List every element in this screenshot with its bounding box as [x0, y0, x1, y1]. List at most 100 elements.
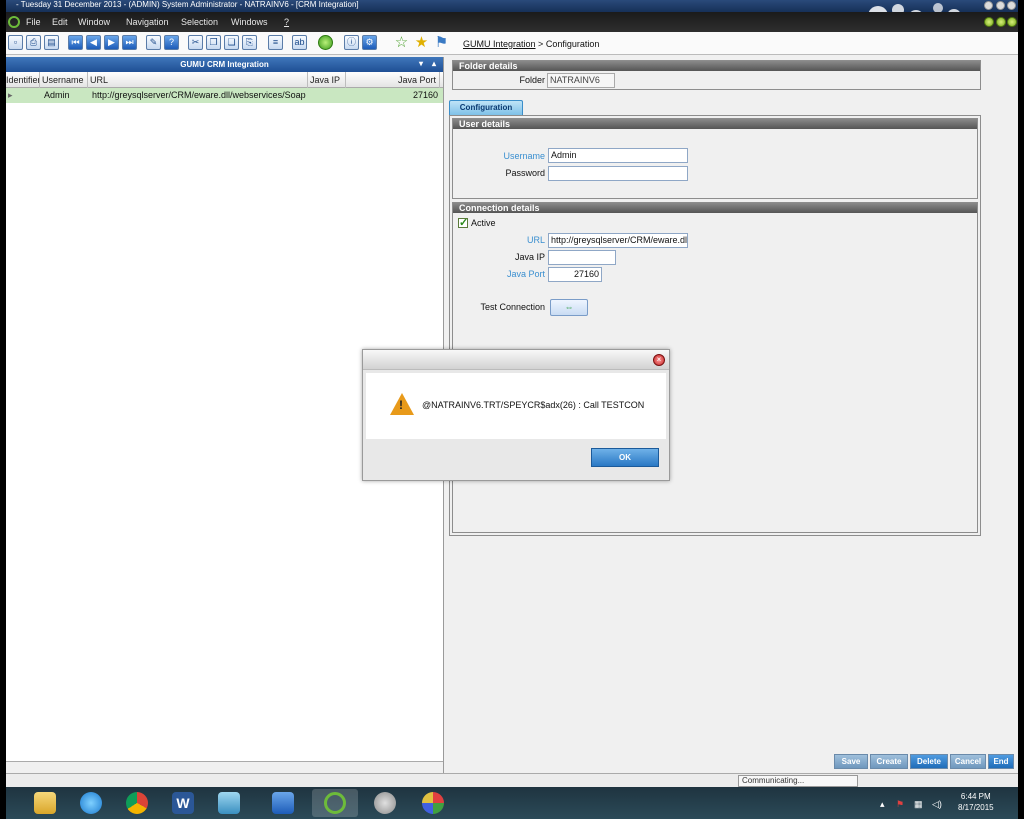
cancel-button[interactable]: Cancel: [950, 754, 986, 769]
left-panel-footer: [6, 761, 443, 773]
end-button[interactable]: End: [988, 754, 1014, 769]
table-row[interactable]: ▸ Admin http://greysqlserver/CRM/eware.d…: [6, 88, 443, 103]
dialog-close-icon[interactable]: ×: [653, 354, 665, 366]
attachment-icon[interactable]: ⎘: [242, 35, 257, 50]
menu-selection[interactable]: Selection: [181, 17, 218, 27]
column-header-java-port[interactable]: Java Port: [346, 72, 440, 88]
column-header-identifier[interactable]: Identifier: [6, 72, 40, 88]
minimize-icon[interactable]: [984, 1, 993, 10]
action-center-icon[interactable]: ⚑: [896, 799, 904, 810]
window-minimize-icon[interactable]: [984, 17, 994, 27]
password-field[interactable]: [548, 166, 688, 181]
info-icon[interactable]: ⓘ: [344, 35, 359, 50]
test-connection-button[interactable]: ⇔: [550, 299, 588, 316]
table-header: Identifier Username URL Java IP Java Por…: [6, 72, 443, 88]
active-checkbox[interactable]: ✓: [458, 217, 468, 229]
column-header-java-ip[interactable]: Java IP: [308, 72, 346, 88]
taskbar-network[interactable]: [206, 789, 252, 817]
column-header-username[interactable]: Username: [40, 72, 88, 88]
taskbar-paint[interactable]: [410, 789, 456, 817]
remote-desktop-icon: [272, 792, 294, 814]
collapse-icon[interactable]: ▾: [416, 59, 426, 69]
menu-file[interactable]: File: [26, 17, 41, 27]
dialog-title-bar: ×: [363, 350, 669, 370]
create-button[interactable]: Create: [870, 754, 908, 769]
active-label: Active: [471, 218, 496, 228]
taskbar-services[interactable]: [362, 789, 408, 817]
clock-time: 6:44 PM: [960, 792, 991, 801]
close-icon[interactable]: [1007, 1, 1016, 10]
folder-field[interactable]: NATRAINV6: [547, 73, 615, 88]
status-bar: Communicating...: [6, 773, 1018, 787]
url-label: URL: [526, 235, 545, 245]
save-icon[interactable]: ▤: [44, 35, 59, 50]
refresh-icon[interactable]: [318, 35, 333, 50]
text-list-icon[interactable]: ≡: [268, 35, 283, 50]
breadcrumb: GUMU Integration > Configuration: [463, 39, 599, 49]
cell-username: Admin: [44, 90, 70, 100]
ok-button[interactable]: OK: [591, 448, 659, 467]
bookmark-star-icon[interactable]: ★: [414, 35, 429, 50]
breadcrumb-current: Configuration: [545, 39, 600, 49]
username-field[interactable]: Admin: [548, 148, 688, 163]
url-field[interactable]: http://greysqlserver/CRM/eware.dll: [548, 233, 688, 248]
delete-button[interactable]: Delete: [910, 754, 948, 769]
java-ip-label: Java IP: [514, 252, 545, 262]
signpost-icon[interactable]: ⚑: [434, 35, 449, 50]
settings-icon[interactable]: ⚙: [362, 35, 377, 50]
edit-pencil-icon[interactable]: ✎: [146, 35, 161, 50]
paint-icon: [422, 792, 444, 814]
java-port-field[interactable]: 27160: [548, 267, 602, 282]
menu-window[interactable]: Window: [78, 17, 110, 27]
taskbar-word[interactable]: W: [160, 789, 206, 817]
network-tray-icon[interactable]: ▦: [914, 799, 923, 810]
user-details-header: User details: [453, 119, 977, 129]
menu-help[interactable]: ?: [284, 17, 289, 27]
left-panel-title-text: GUMU CRM Integration: [180, 60, 269, 69]
favorites-star-icon[interactable]: ☆: [394, 35, 409, 50]
window-close-icon[interactable]: [1007, 17, 1017, 27]
text-field-icon[interactable]: ab: [292, 35, 307, 50]
status-text: Communicating...: [738, 775, 858, 787]
taskbar-clock[interactable]: 6:44 PM 8/17/2015: [958, 791, 994, 813]
expand-icon[interactable]: ▴: [429, 59, 439, 69]
menu-navigation[interactable]: Navigation: [126, 17, 169, 27]
chrome-icon: [126, 792, 148, 814]
taskbar-sage-x3[interactable]: [312, 789, 358, 817]
folder-label: Folder: [519, 75, 545, 85]
dialog-message: @NATRAINV6.TRT/SPEYCR$adx(26) : Call TES…: [422, 400, 645, 410]
print-icon[interactable]: ⎙: [26, 35, 41, 50]
menu-edit[interactable]: Edit: [52, 17, 68, 27]
next-record-icon[interactable]: ▶: [104, 35, 119, 50]
show-hidden-icons-icon[interactable]: ▴: [880, 799, 885, 810]
copy-icon[interactable]: ❐: [206, 35, 221, 50]
volume-icon[interactable]: ◁): [932, 799, 942, 810]
menu-windows[interactable]: Windows: [231, 17, 268, 27]
save-button[interactable]: Save: [834, 754, 868, 769]
window-restore-icon[interactable]: [996, 17, 1006, 27]
taskbar-remote-desktop[interactable]: [260, 789, 306, 817]
java-ip-field[interactable]: [548, 250, 616, 265]
taskbar-chrome[interactable]: [114, 789, 160, 817]
column-header-url[interactable]: URL: [88, 72, 308, 88]
tab-configuration[interactable]: Configuration: [449, 100, 523, 115]
cut-icon[interactable]: ✂: [188, 35, 203, 50]
last-record-icon[interactable]: ⏭: [122, 35, 137, 50]
paste-icon[interactable]: ❏: [224, 35, 239, 50]
user-details-section: User details Username Admin Password: [452, 118, 978, 199]
help-icon[interactable]: ?: [164, 35, 179, 50]
breadcrumb-link[interactable]: GUMU Integration: [463, 39, 536, 49]
taskbar-internet-explorer[interactable]: [68, 789, 114, 817]
folder-details-section: Folder details Folder NATRAINV6: [452, 60, 981, 90]
connect-arrows-icon: ⇔: [564, 302, 574, 312]
maximize-icon[interactable]: [996, 1, 1005, 10]
cell-url: http://greysqlserver/CRM/eware.dll/webse…: [92, 90, 306, 100]
taskbar: W ▴ ⚑ ▦ ◁) 6:44 PM 8/17/2015: [6, 787, 1018, 819]
previous-record-icon[interactable]: ◀: [86, 35, 101, 50]
sage-x3-icon: [324, 792, 346, 814]
dialog-body: ! @NATRAINV6.TRT/SPEYCR$adx(26) : Call T…: [366, 373, 666, 439]
new-document-icon[interactable]: ▫: [8, 35, 23, 50]
application-window: - Tuesday 31 December 2013 - (ADMIN) Sys…: [6, 0, 1018, 787]
taskbar-file-explorer[interactable]: [22, 789, 68, 817]
first-record-icon[interactable]: ⏮: [68, 35, 83, 50]
